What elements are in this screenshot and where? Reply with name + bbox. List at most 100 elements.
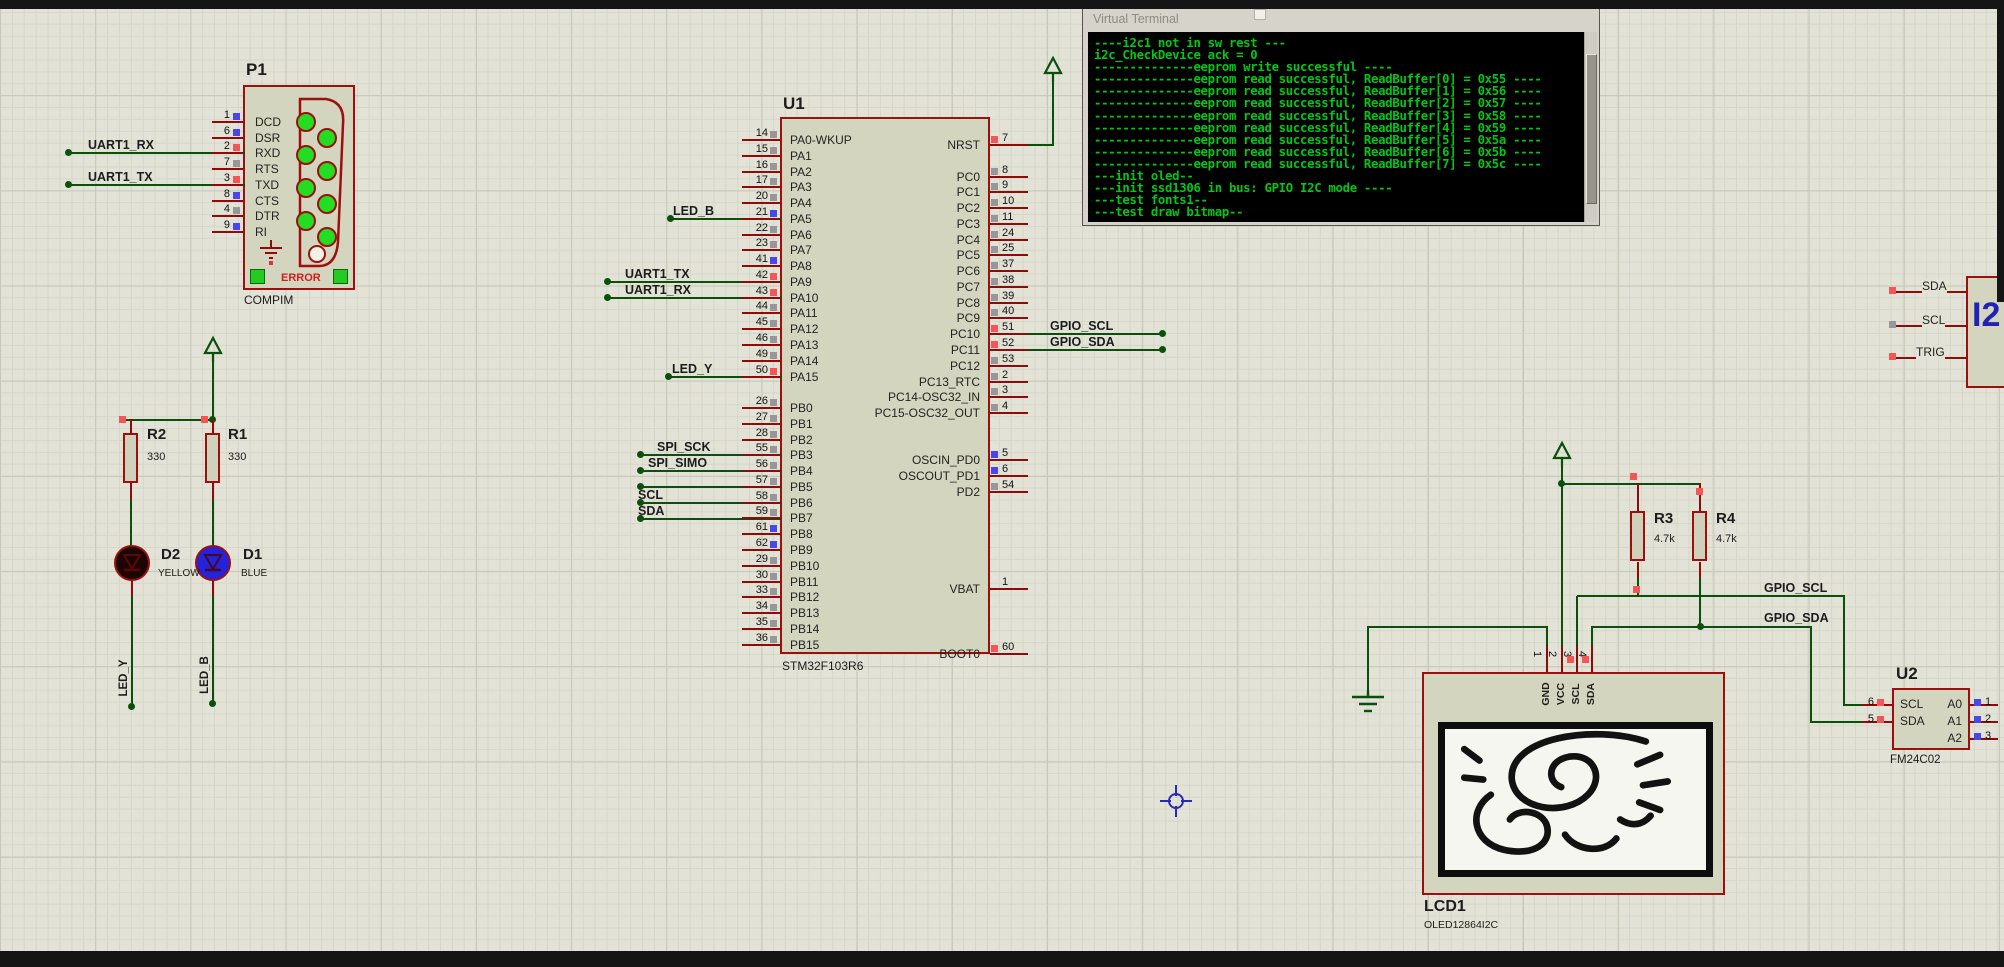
net-label-gpio-sda[interactable]: GPIO_SDA <box>1764 611 1829 625</box>
pin-stub[interactable] <box>212 121 243 123</box>
net-label-gpio-scl[interactable]: GPIO_SCL <box>1050 319 1113 333</box>
d2-value[interactable]: YELLOW <box>158 568 200 579</box>
lcd1-value[interactable]: OLED12864I2C <box>1424 919 1498 931</box>
pin-stub[interactable] <box>990 365 1028 367</box>
pin-stub[interactable] <box>742 218 780 220</box>
pin-stub[interactable] <box>990 333 1028 335</box>
net-label-uart1-rx[interactable]: UART1_RX <box>625 283 691 297</box>
terminal-title[interactable]: Virtual Terminal <box>1093 12 1179 26</box>
d2-ref[interactable]: D2 <box>161 546 180 563</box>
pin-stub[interactable] <box>742 297 780 299</box>
pin-stub[interactable] <box>742 328 780 330</box>
pin-stub[interactable] <box>990 286 1028 288</box>
wire-lcd-scl[interactable] <box>1576 596 1578 646</box>
resistor-r4[interactable] <box>1692 511 1707 561</box>
pin-stub[interactable] <box>990 144 1028 146</box>
pin-stub[interactable] <box>212 215 243 217</box>
power-arrow-icon[interactable] <box>1042 55 1064 82</box>
wire-r1-d1[interactable] <box>212 500 214 547</box>
wire-gpio-sda-right[interactable] <box>1810 721 1864 723</box>
schematic-canvas[interactable]: P1 ERROR COMPIM UART1_RX UART1_TX R2 330… <box>0 0 2004 967</box>
pin-stub[interactable] <box>742 549 780 551</box>
r1-value[interactable]: 330 <box>228 451 246 463</box>
pin-stub[interactable] <box>742 596 780 598</box>
u2-value[interactable]: FM24C02 <box>1890 754 1941 766</box>
pin-stub[interactable] <box>742 470 780 472</box>
pin-stub[interactable] <box>742 565 780 567</box>
pin-stub[interactable] <box>742 202 780 204</box>
r2-value[interactable]: 330 <box>147 451 165 463</box>
net-label-spi-sck[interactable]: SPI_SCK <box>657 440 711 454</box>
pin-stub[interactable] <box>742 439 780 441</box>
pin-stub[interactable] <box>990 412 1028 414</box>
pin-stub[interactable] <box>742 502 780 504</box>
wire-led-b[interactable] <box>212 596 214 703</box>
p1-ref[interactable]: P1 <box>246 60 267 80</box>
pin-stub[interactable] <box>742 423 780 425</box>
net-label-scl[interactable]: SCL <box>638 488 663 502</box>
pin-stub[interactable] <box>990 223 1028 225</box>
pin-stub[interactable] <box>742 249 780 251</box>
pin-stub[interactable] <box>990 207 1028 209</box>
wire-r2-d2[interactable] <box>130 500 132 547</box>
pin-stub[interactable] <box>742 234 780 236</box>
pin-stub[interactable] <box>990 396 1028 398</box>
wire-gpio-sda-right[interactable] <box>1810 626 1812 722</box>
pin-stub[interactable] <box>990 653 1028 655</box>
pin-stub[interactable] <box>742 186 780 188</box>
pin-stub[interactable] <box>742 344 780 346</box>
pin-stub[interactable] <box>212 152 243 154</box>
net-label-led-b[interactable]: LED_B <box>673 204 714 218</box>
terminal-titlebar-button[interactable] <box>1254 9 1266 20</box>
pin-stub[interactable] <box>990 475 1028 477</box>
u1-value[interactable]: STM32F103R6 <box>782 659 863 673</box>
d1-value[interactable]: BLUE <box>241 568 267 579</box>
pin-stub[interactable] <box>212 231 243 233</box>
scrollbar-thumb[interactable] <box>1586 54 1597 204</box>
virtual-terminal-window[interactable]: Virtual Terminal ----i2c1 not in sw rest… <box>1082 5 1600 226</box>
net-label-uart1-tx[interactable]: UART1_TX <box>88 170 153 184</box>
resistor-r2[interactable] <box>123 433 138 483</box>
r1-ref[interactable]: R1 <box>228 426 247 443</box>
pin-stub[interactable] <box>742 360 780 362</box>
ground-icon[interactable] <box>1350 690 1386 718</box>
pin-stub[interactable] <box>990 588 1028 590</box>
wire-pullup-rail[interactable] <box>1562 483 1701 485</box>
pin-stub[interactable] <box>742 517 780 519</box>
resistor-r1[interactable] <box>205 433 220 483</box>
net-label-uart1-tx[interactable]: UART1_TX <box>625 267 690 281</box>
r3-ref[interactable]: R3 <box>1654 510 1673 527</box>
net-label-gpio-scl[interactable]: GPIO_SCL <box>1764 581 1827 595</box>
r2-ref[interactable]: R2 <box>147 426 166 443</box>
wire-lcd-gnd[interactable] <box>1546 627 1548 646</box>
pin-stub[interactable] <box>212 137 243 139</box>
pin-stub[interactable] <box>990 254 1028 256</box>
wire-nrst[interactable] <box>1052 80 1054 146</box>
pin-stub[interactable] <box>990 302 1028 304</box>
u1-ref[interactable]: U1 <box>783 94 805 114</box>
net-label-led-b[interactable]: LED_B <box>199 652 211 698</box>
pin-stub[interactable] <box>742 644 780 646</box>
pin-stub[interactable] <box>742 533 780 535</box>
r3-value[interactable]: 4.7k <box>1654 533 1675 545</box>
wire-gnd-lcd[interactable] <box>1368 626 1548 628</box>
power-arrow-icon[interactable] <box>1551 440 1573 467</box>
r4-value[interactable]: 4.7k <box>1716 533 1737 545</box>
pin-stub[interactable] <box>742 486 780 488</box>
terminal-scrollbar[interactable] <box>1584 32 1597 222</box>
pin-stub[interactable] <box>990 349 1028 351</box>
net-label-led-y[interactable]: LED_Y <box>672 362 712 376</box>
wire-gpio-scl-right[interactable] <box>1577 595 1845 597</box>
pin-stub[interactable] <box>990 459 1028 461</box>
pin-stub[interactable] <box>742 171 780 173</box>
u2-ref[interactable]: U2 <box>1896 664 1918 684</box>
pin-stub[interactable] <box>212 200 243 202</box>
pin-stub[interactable] <box>212 168 243 170</box>
pin-stub[interactable] <box>742 407 780 409</box>
pin-stub[interactable] <box>990 491 1028 493</box>
wire-gpio-scl-right[interactable] <box>1843 595 1845 705</box>
pin-stub[interactable] <box>742 612 780 614</box>
pin-stub[interactable] <box>990 381 1028 383</box>
pin-stub[interactable] <box>742 581 780 583</box>
net-label-gpio-sda[interactable]: GPIO_SDA <box>1050 335 1115 349</box>
